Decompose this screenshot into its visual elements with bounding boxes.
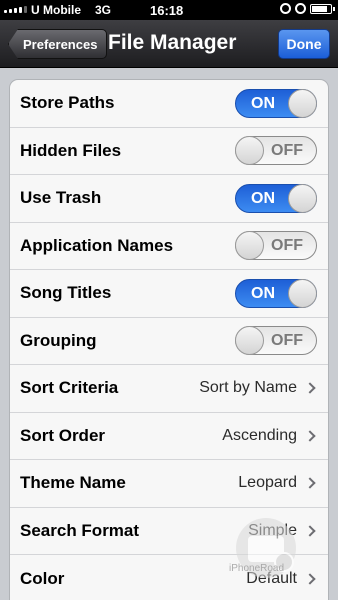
setting-row-store-paths: Store Paths ON bbox=[10, 80, 328, 128]
grouping-toggle[interactable]: OFF bbox=[235, 326, 317, 356]
chevron-right-icon bbox=[304, 573, 316, 585]
chevron-right-icon bbox=[304, 525, 316, 537]
settings-list: Store Paths ON Hidden Files OFF Use Tras… bbox=[9, 79, 329, 600]
setting-label: Hidden Files bbox=[20, 140, 122, 160]
setting-label: Theme Name bbox=[20, 473, 126, 493]
carrier-name: U Mobile bbox=[31, 3, 81, 17]
toggle-knob bbox=[288, 278, 317, 308]
setting-row-color[interactable]: Color Default bbox=[10, 555, 328, 600]
store-paths-toggle[interactable]: ON bbox=[235, 88, 317, 118]
chevron-right-icon bbox=[304, 382, 316, 394]
orientation-lock-icon bbox=[280, 3, 291, 14]
watermark-text: iPhoneRoad bbox=[229, 563, 285, 574]
alarm-clock-icon bbox=[295, 3, 306, 14]
navigation-bar: Preferences File Manager Done bbox=[0, 20, 338, 68]
setting-label: Song Titles bbox=[20, 283, 112, 303]
setting-value: Ascending bbox=[222, 426, 297, 444]
setting-value: Simple bbox=[248, 521, 297, 539]
song-titles-toggle[interactable]: ON bbox=[235, 278, 317, 308]
toggle-knob bbox=[288, 88, 317, 118]
use-trash-toggle[interactable]: ON bbox=[235, 183, 317, 213]
chevron-right-icon bbox=[304, 477, 316, 489]
toggle-knob bbox=[235, 136, 264, 166]
chevron-right-icon bbox=[304, 430, 316, 442]
signal-strength-icon bbox=[4, 6, 27, 13]
setting-label: Application Names bbox=[20, 235, 174, 255]
setting-row-hidden-files: Hidden Files OFF bbox=[10, 128, 328, 175]
setting-label: Sort Criteria bbox=[20, 378, 119, 398]
setting-label: Search Format bbox=[20, 520, 140, 540]
status-icons bbox=[280, 3, 335, 14]
status-time: 16:18 bbox=[150, 3, 184, 18]
setting-label: Use Trash bbox=[20, 188, 102, 208]
setting-value: Sort by Name bbox=[199, 379, 297, 397]
setting-row-song-titles: Song Titles ON bbox=[10, 270, 328, 318]
setting-label: Sort Order bbox=[20, 425, 106, 445]
done-button[interactable]: Done bbox=[278, 29, 330, 59]
setting-row-grouping: Grouping OFF bbox=[10, 318, 328, 365]
toggle-knob bbox=[288, 183, 317, 213]
preferences-back-button[interactable]: Preferences bbox=[8, 29, 108, 59]
setting-row-application-names: Application Names OFF bbox=[10, 223, 328, 270]
toggle-knob bbox=[235, 231, 264, 261]
setting-value: Leopard bbox=[238, 474, 297, 492]
setting-row-theme-name[interactable]: Theme Name Leopard bbox=[10, 460, 328, 508]
setting-row-search-format[interactable]: Search Format Simple bbox=[10, 508, 328, 555]
setting-row-use-trash: Use Trash ON bbox=[10, 175, 328, 223]
setting-row-sort-criteria[interactable]: Sort Criteria Sort by Name bbox=[10, 365, 328, 413]
hidden-files-toggle[interactable]: OFF bbox=[235, 136, 317, 166]
application-names-toggle[interactable]: OFF bbox=[235, 231, 317, 261]
setting-label: Store Paths bbox=[20, 93, 115, 113]
setting-row-sort-order[interactable]: Sort Order Ascending bbox=[10, 413, 328, 460]
setting-label: Grouping bbox=[20, 330, 97, 350]
page-title: File Manager bbox=[108, 31, 237, 54]
toggle-knob bbox=[235, 326, 264, 356]
network-type: 3G bbox=[95, 3, 112, 17]
battery-icon bbox=[310, 3, 335, 14]
status-bar: U Mobile 3G 16:18 bbox=[0, 0, 338, 20]
setting-label: Color bbox=[20, 568, 65, 588]
